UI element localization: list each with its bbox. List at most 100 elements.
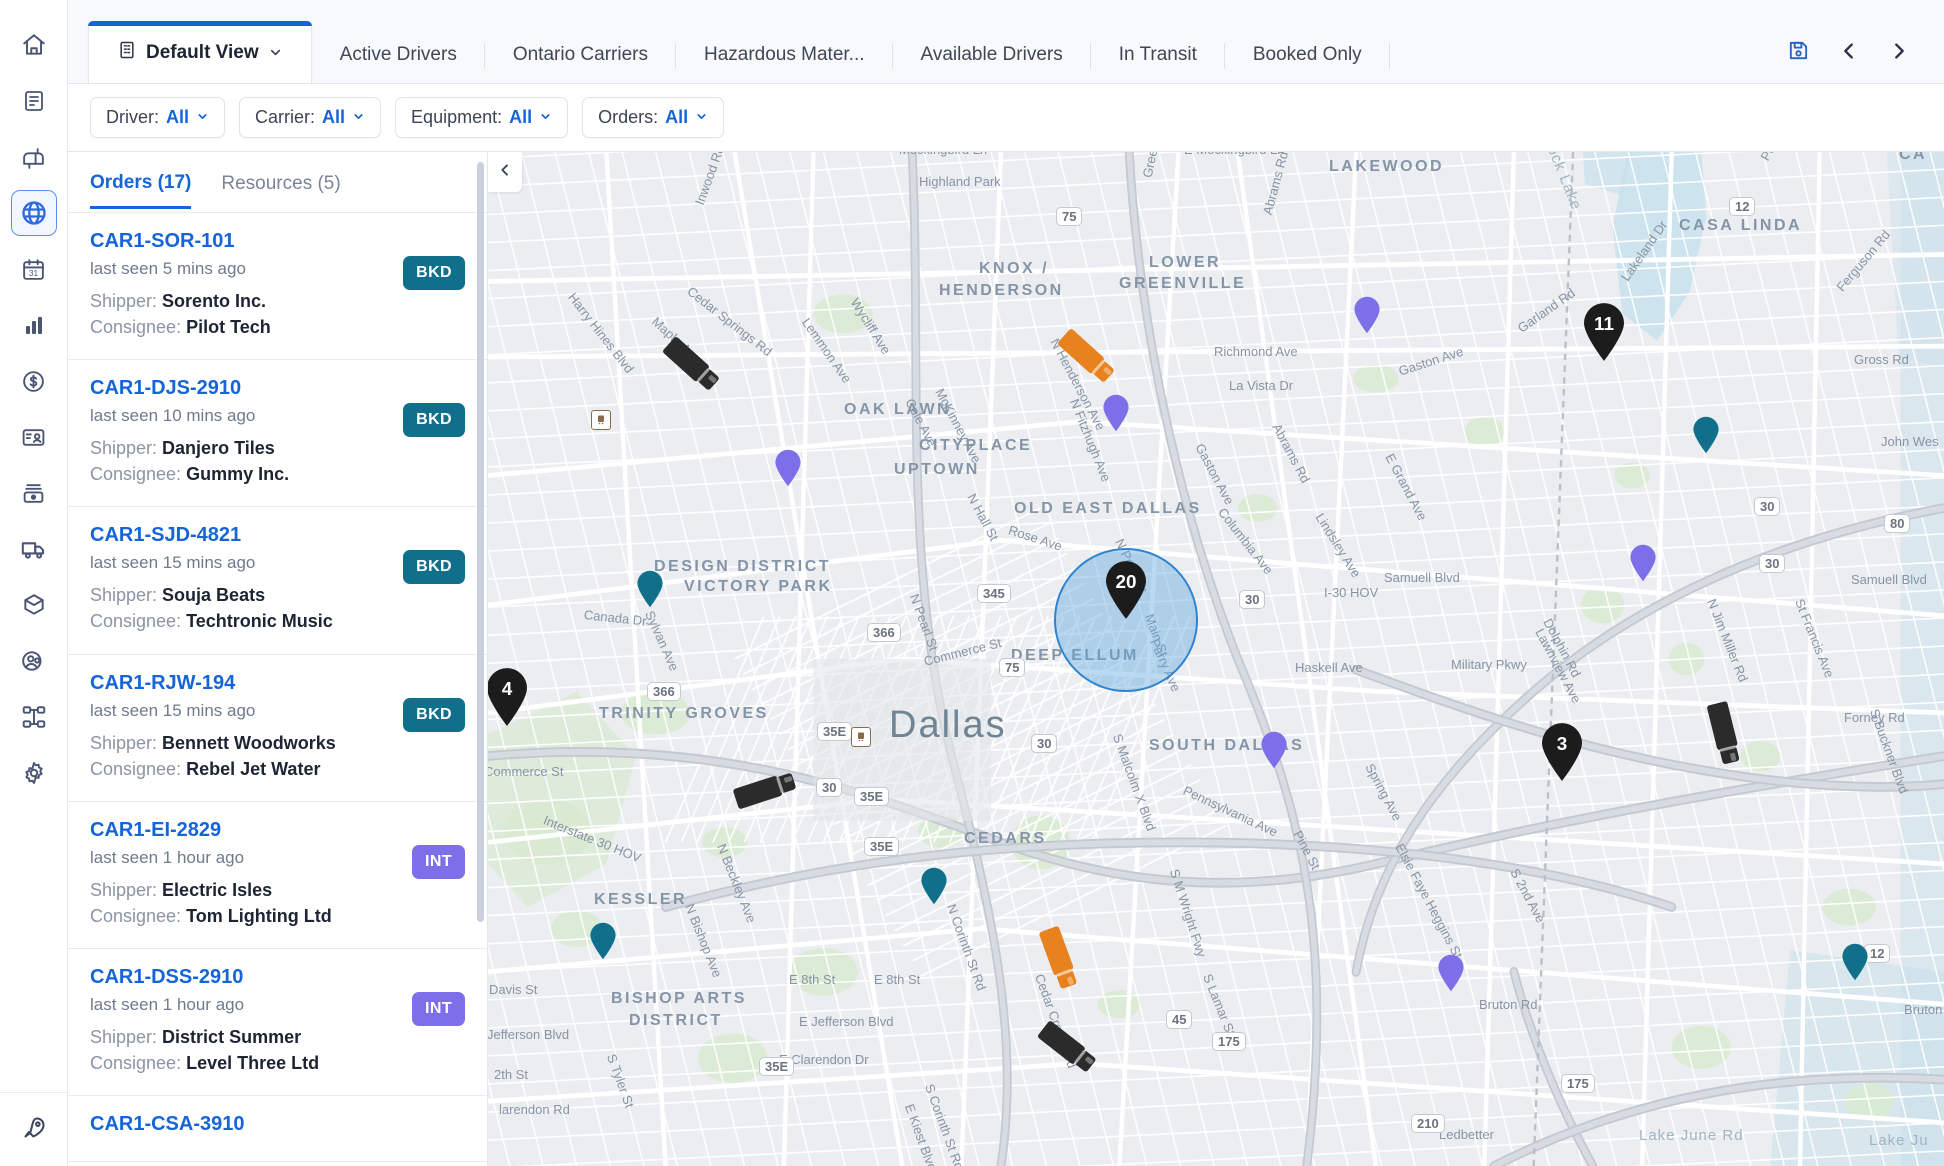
order-consignee: Consignee: Gummy Inc. [90, 464, 290, 485]
map-street-label: S M Wright Fwy [1166, 867, 1210, 959]
map-cluster-pin[interactable]: 20 [1103, 560, 1149, 620]
status-badge: BKD [403, 550, 465, 585]
sidebar-item-mailbox[interactable] [11, 134, 57, 180]
order-id[interactable]: CAR1-RJW-194 [90, 672, 403, 695]
sidebar-item-dispatch-map[interactable] [10, 190, 57, 236]
filter-driver[interactable]: Driver: All [90, 97, 226, 138]
sidebar-item-reports[interactable] [11, 302, 57, 348]
sidebar-item-teams[interactable] [11, 638, 57, 684]
tab-ontario-carriers[interactable]: Ontario Carriers [485, 27, 676, 83]
map-street-label: N Corinth St Rd [943, 901, 990, 993]
save-view-button[interactable] [1787, 39, 1810, 67]
filter-equipment[interactable]: Equipment: All [395, 97, 569, 138]
map-truck-marker[interactable] [658, 335, 724, 399]
order-id[interactable]: CAR1-CSA-3910 [90, 1113, 465, 1136]
tab-booked-only[interactable]: Booked Only [1225, 27, 1390, 83]
map-truck-marker[interactable] [732, 769, 802, 815]
content-body: Orders (17) Resources (5) CAR1-SOR-101 la… [68, 152, 1944, 1166]
map-location-pin[interactable] [1260, 731, 1288, 769]
map-location-pin[interactable] [636, 570, 664, 608]
map-truck-marker[interactable] [1053, 327, 1119, 391]
mailbox-icon [21, 145, 46, 170]
filter-carrier[interactable]: Carrier: All [239, 97, 382, 138]
map-location-pin[interactable] [589, 922, 617, 960]
map-truck-marker[interactable] [1701, 701, 1744, 770]
map-cluster-pin[interactable]: 11 [1581, 302, 1627, 362]
map-neighborhood-label: DISTRICT [629, 1012, 723, 1029]
map-location-pin[interactable] [1353, 296, 1381, 334]
sidebar-item-inbox[interactable] [11, 470, 57, 516]
order-details: CAR1-CSA-3910 [90, 1113, 465, 1142]
panel-tab-label: Resources (5) [221, 173, 341, 194]
order-card[interactable]: CAR1-SJD-4821 last seen 15 mins ago Shippe… [68, 507, 487, 655]
map-truck-marker[interactable] [1033, 1019, 1101, 1080]
map-location-pin[interactable] [920, 867, 948, 905]
order-card[interactable]: CAR1-EI-2829 last seen 1 hour ago Shipper:… [68, 802, 487, 949]
chevron-down-icon[interactable] [268, 45, 283, 60]
map-street-label: Gaston Ave [1396, 343, 1466, 379]
sidebar-item-fleet[interactable] [11, 526, 57, 572]
sidebar-item-integrations[interactable] [11, 694, 57, 740]
map-street-label: Rose Ave [1006, 522, 1065, 554]
map-location-pin[interactable] [1841, 943, 1869, 981]
map-cluster-pin[interactable]: 4 [488, 667, 530, 727]
map-truck-marker[interactable] [1033, 925, 1081, 995]
map-street-label: S 2nd Ave [1507, 865, 1549, 926]
status-badge: BKD [403, 256, 465, 290]
filter-orders[interactable]: Orders: All [582, 97, 725, 138]
order-card[interactable]: CAR1-CSA-3910 [68, 1096, 487, 1163]
map-location-pin[interactable] [1629, 544, 1657, 582]
filter-label: Carrier: [255, 107, 316, 127]
map-street-label: larendon Rd [499, 1102, 570, 1117]
order-details: CAR1-SOR-101 last seen 5 mins ago Shipper:… [90, 230, 403, 340]
map-street-label: S Malcolm X Blvd [1109, 731, 1159, 833]
order-id[interactable]: CAR1-EI-2829 [90, 819, 412, 842]
orders-list[interactable]: CAR1-SOR-101 last seen 5 mins ago Shipper:… [68, 212, 487, 1166]
whats-new-button[interactable] [0, 1092, 68, 1166]
sidebar-item-home[interactable] [11, 22, 57, 68]
order-card[interactable]: CAR1-SOR-101 last seen 5 mins ago Shipper:… [68, 213, 487, 361]
order-id[interactable]: CAR1-SOR-101 [90, 230, 403, 253]
map-street-label: I-30 HOV [1324, 585, 1379, 600]
svg-text:31: 31 [29, 267, 39, 277]
sidebar-item-documents[interactable] [11, 78, 57, 124]
map-street-label: Highland Park [919, 174, 1001, 189]
sidebar-item-billing[interactable] [11, 358, 57, 404]
sidebar-item-freight[interactable] [11, 582, 57, 628]
map-location-pin[interactable] [1102, 394, 1130, 432]
panel-tab-resources[interactable]: Resources (5) [221, 173, 340, 207]
sidebar-item-settings[interactable] [11, 750, 57, 796]
map-street-label: Commerce St [488, 764, 564, 779]
map-location-pin[interactable] [1437, 954, 1465, 992]
order-card[interactable]: CAR1-DJS-2910 last seen 10 mins ago Shippe… [68, 360, 487, 508]
order-card[interactable]: CAR1-RJW-194 last seen 15 mins ago Shipper… [68, 655, 487, 802]
tab-in-transit[interactable]: In Transit [1091, 27, 1225, 83]
map-cluster-pin[interactable]: 3 [1539, 722, 1585, 782]
orders-scrollbar[interactable] [477, 162, 484, 922]
map-street-label: Gaston Ave [1192, 440, 1238, 508]
order-card[interactable]: CAR1-DSS-2910 last seen 1 hour ago Shipper… [68, 949, 487, 1097]
filter-label: Orders: [598, 107, 659, 127]
collapse-panel-button[interactable] [488, 152, 522, 192]
map-location-pin[interactable] [1692, 416, 1720, 454]
tab-hazardous-materials[interactable]: Hazardous Mater... [676, 27, 893, 83]
order-last-seen: last seen 5 mins ago [90, 259, 246, 278]
map-highway-shield: 30 [1759, 554, 1786, 573]
sidebar-item-contacts[interactable] [11, 414, 57, 460]
dispatch-map[interactable]: Mockingbird Ln E Mockingbird Ln Highland P… [488, 152, 1944, 1166]
tab-active-drivers[interactable]: Active Drivers [312, 27, 485, 83]
panel-tab-orders[interactable]: Orders (17) [90, 172, 192, 209]
map-city-label: Dallas [889, 704, 1007, 746]
next-tab-button[interactable] [1888, 40, 1910, 67]
previous-tab-button[interactable] [1838, 40, 1860, 67]
order-id[interactable]: CAR1-DSS-2910 [90, 966, 412, 989]
tab-available-drivers[interactable]: Available Drivers [893, 27, 1091, 83]
order-id[interactable]: CAR1-SJD-4821 [90, 524, 403, 547]
train-station-icon [851, 727, 871, 747]
tab-default-view[interactable]: Default View [88, 21, 312, 83]
sidebar-item-calendar[interactable]: 31 [11, 246, 57, 292]
map-street-label: S Buckner Blvd [1866, 706, 1912, 796]
map-location-pin[interactable] [774, 449, 802, 487]
map-street-label: N Beckley Ave [714, 841, 760, 925]
order-id[interactable]: CAR1-DJS-2910 [90, 377, 403, 400]
